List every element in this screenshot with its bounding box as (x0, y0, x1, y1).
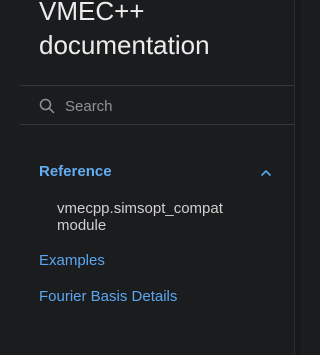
search-input[interactable] (65, 95, 285, 117)
brand-title[interactable]: VMEC++ documentation (39, 0, 279, 62)
nav-simsopt-compat-line1: vmecpp.simsopt_compat (57, 200, 223, 217)
search-bar (20, 85, 295, 125)
nav-reference-link[interactable]: Reference (39, 163, 112, 181)
scrollbar[interactable] (294, 0, 301, 355)
nav-fourier-basis-link[interactable]: Fourier Basis Details (39, 288, 177, 306)
sidebar: VMEC++ documentation Reference vmecpp.si… (0, 0, 295, 355)
nav-examples-link[interactable]: Examples (39, 252, 105, 270)
nav-simsopt-compat-link[interactable]: vmecpp.simsopt_compat module (57, 200, 267, 234)
chevron-up-icon[interactable] (259, 166, 273, 180)
nav-simsopt-compat-line2: module (57, 217, 107, 234)
brand-title-line2: documentation (39, 30, 210, 60)
brand-title-line1: VMEC++ (39, 0, 145, 26)
search-icon (39, 98, 55, 114)
